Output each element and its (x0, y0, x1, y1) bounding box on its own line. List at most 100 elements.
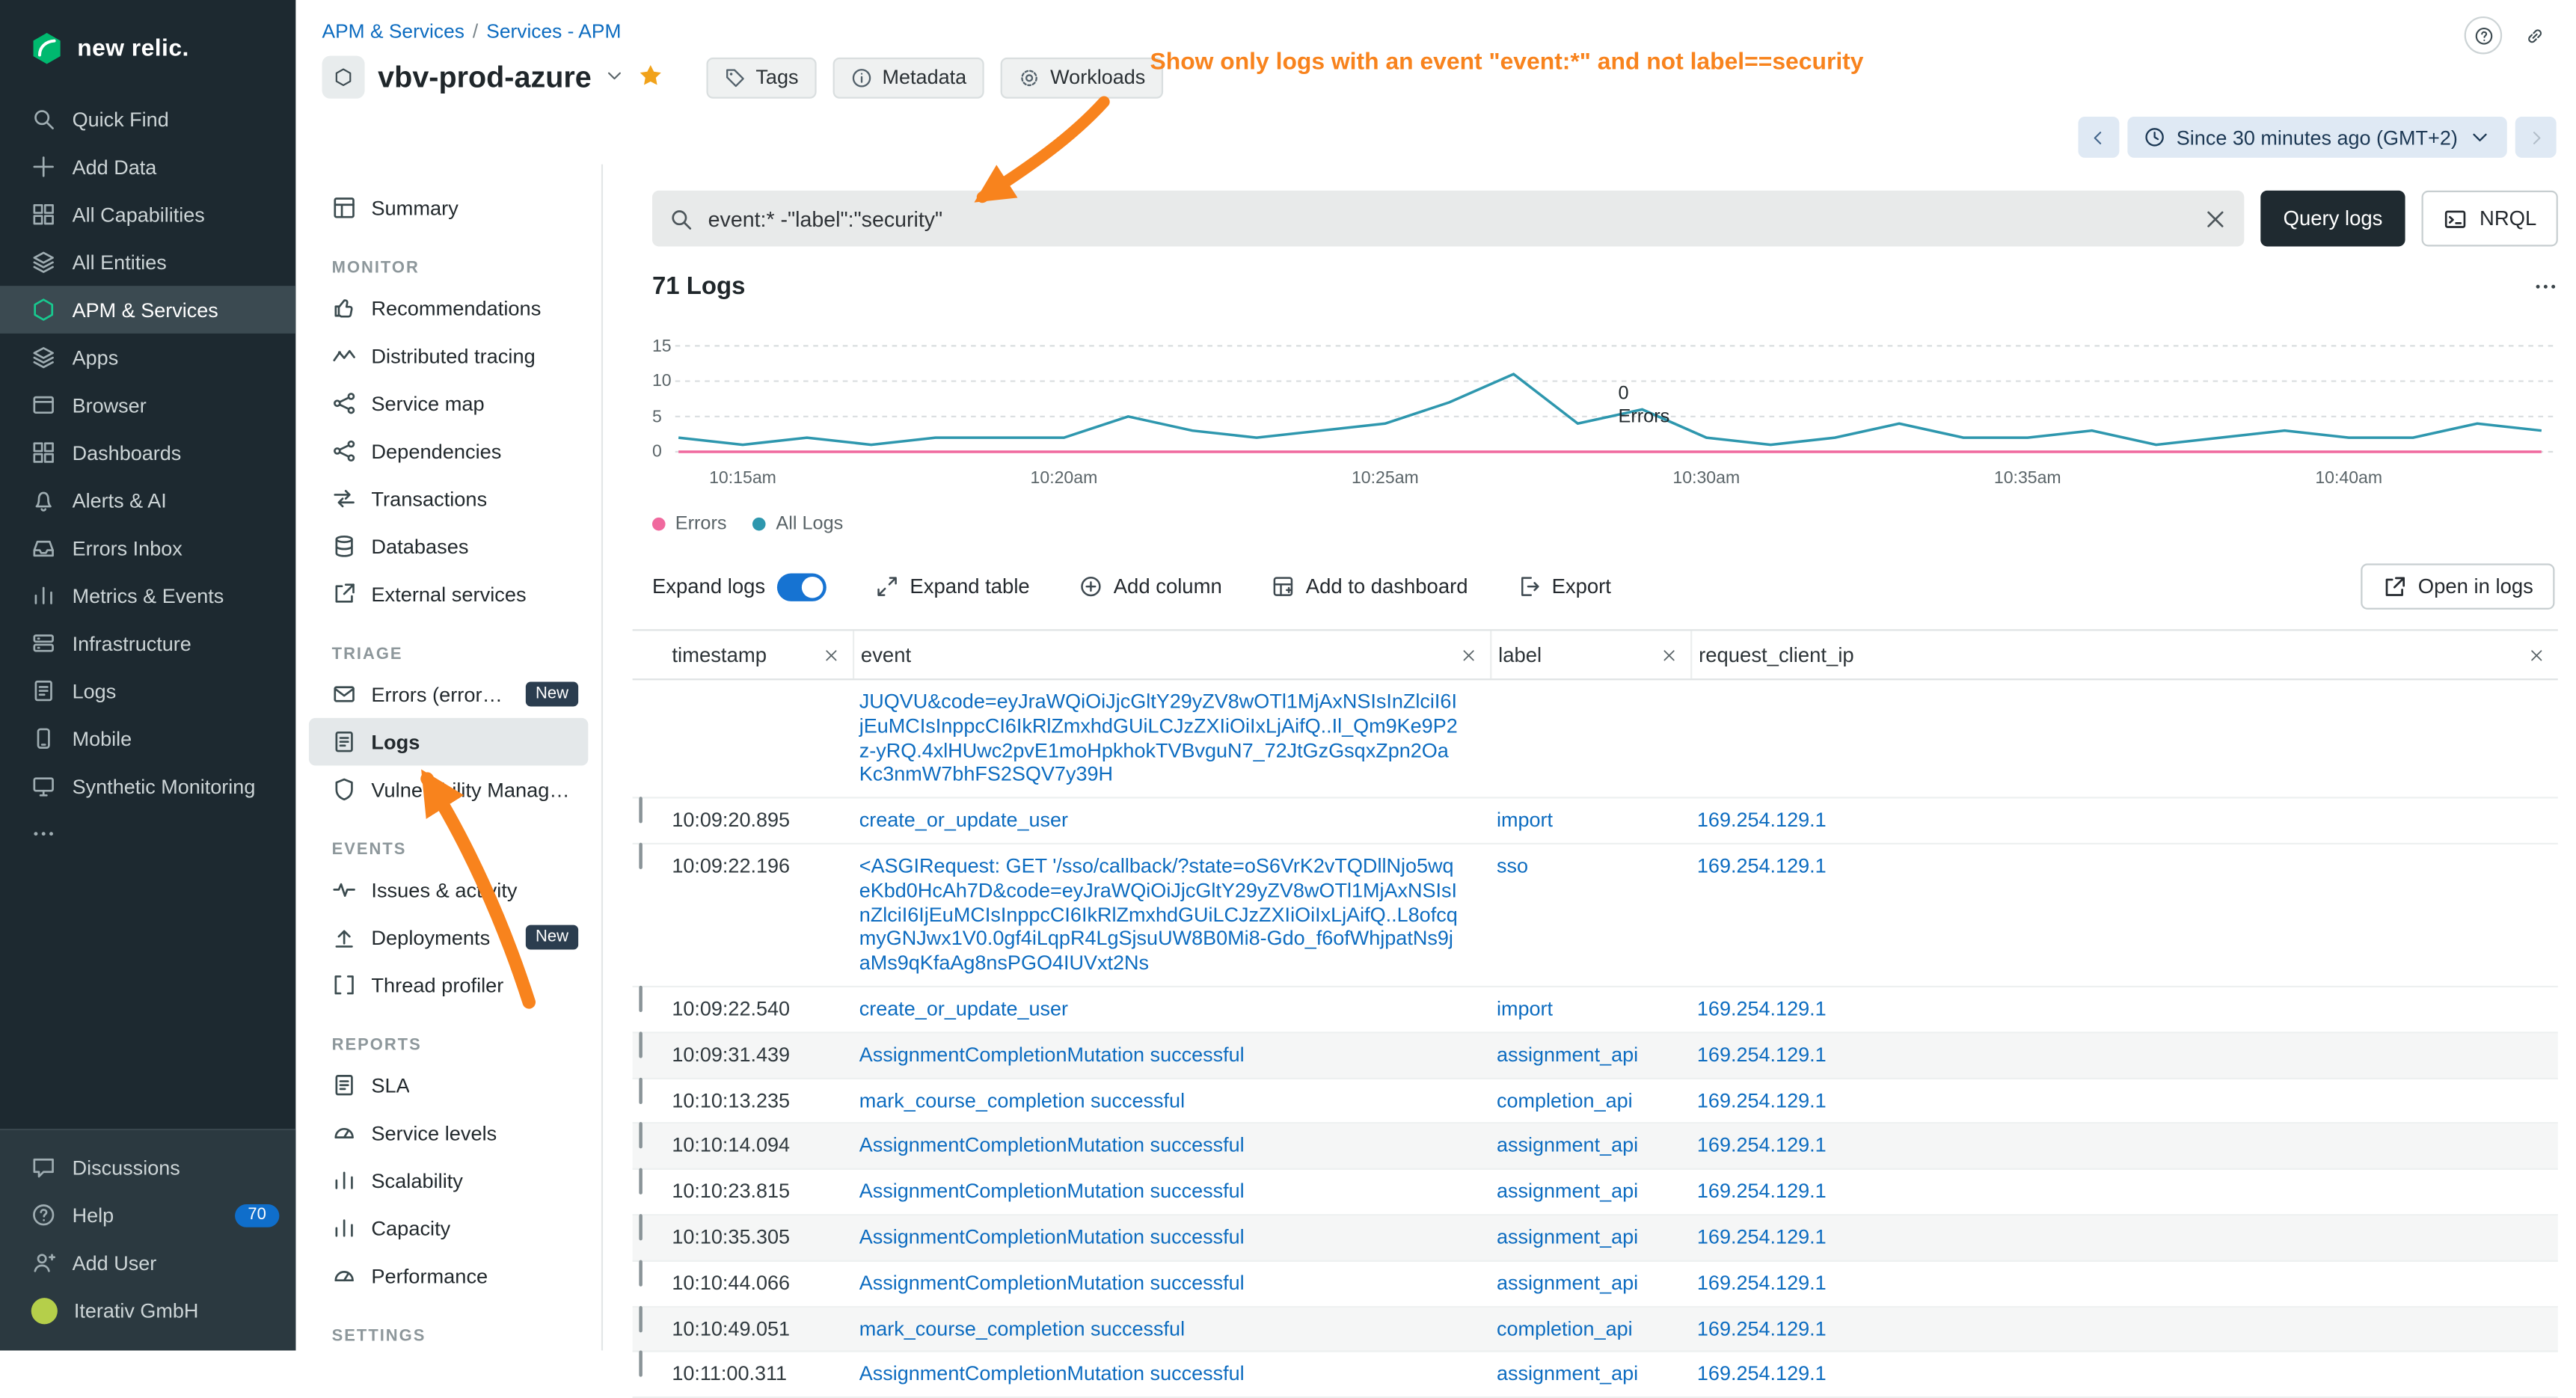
service-nav-item[interactable]: Issues & activity (309, 866, 588, 914)
remove-ip-column-button[interactable] (2528, 646, 2545, 663)
service-nav-item[interactable]: Capacity (309, 1204, 588, 1252)
global-nav-item[interactable]: Add Data (0, 143, 295, 191)
table-row[interactable]: JUQVU&code=eyJraWQiOiJjcGltY29yZV8wOTl1M… (633, 680, 2558, 799)
remove-label-column-button[interactable] (1661, 646, 1678, 663)
service-nav-item[interactable]: Distributed tracing (309, 332, 588, 380)
sidebar-item-account[interactable]: Iterativ GmbH (0, 1287, 295, 1334)
global-nav-item[interactable]: Apps (0, 334, 295, 381)
row-checkbox[interactable] (639, 1305, 642, 1331)
row-checkbox[interactable] (639, 1077, 642, 1103)
log-event-link[interactable]: create_or_update_user (859, 809, 1068, 832)
table-row[interactable]: 10:10:35.305 AssignmentCompletionMutatio… (633, 1215, 2558, 1261)
column-header-request-client-ip[interactable]: request_client_ip (1690, 631, 2558, 678)
service-nav-item[interactable]: Recommendations (309, 284, 588, 332)
log-event-link[interactable]: JUQVU&code=eyJraWQiOiJjcGltY29yZV8wOTl1M… (859, 690, 1458, 786)
log-event-link[interactable]: mark_course_completion successful (859, 1317, 1185, 1340)
global-nav-item[interactable]: Mobile (0, 714, 295, 762)
service-nav-item[interactable]: Databases (309, 522, 588, 570)
column-header-timestamp[interactable]: timestamp (666, 631, 853, 678)
log-event-link[interactable]: AssignmentCompletionMutation successful (859, 1180, 1245, 1203)
log-label-link[interactable]: assignment_api (1497, 1043, 1638, 1066)
service-nav-item[interactable]: Deployments New (309, 913, 588, 961)
copy-link-button[interactable] (2515, 16, 2554, 55)
log-ip-link[interactable]: 169.254.129.1 (1697, 854, 1827, 877)
log-ip-link[interactable]: 169.254.129.1 (1697, 1271, 1827, 1294)
service-nav-item[interactable]: Dependencies (309, 427, 588, 475)
log-label-link[interactable]: sso (1497, 854, 1528, 877)
breadcrumb-apm-services[interactable]: APM & Services (322, 19, 464, 43)
global-nav-item[interactable]: Errors Inbox (0, 524, 295, 572)
global-nav-item[interactable]: Logs (0, 667, 295, 715)
log-query-input[interactable]: event:* -"label":"security" (652, 191, 2244, 247)
add-to-dashboard-button[interactable]: Add to dashboard (1272, 575, 1468, 598)
global-nav-item[interactable]: Quick Find (0, 95, 295, 143)
table-row[interactable]: 10:10:49.051 mark_course_completion succ… (633, 1307, 2558, 1352)
log-label-link[interactable]: import (1497, 997, 1553, 1020)
log-event-link[interactable]: AssignmentCompletionMutation successful (859, 1134, 1245, 1157)
global-nav-item[interactable]: Synthetic Monitoring (0, 762, 295, 810)
service-nav-item[interactable]: Scalability (309, 1156, 588, 1204)
log-ip-link[interactable]: 169.254.129.1 (1697, 1363, 1827, 1386)
log-ip-link[interactable]: 169.254.129.1 (1697, 1225, 1827, 1248)
row-checkbox[interactable] (639, 1351, 642, 1377)
clear-query-button[interactable] (2203, 206, 2227, 231)
table-row[interactable]: 10:09:22.540 create_or_update_user impor… (633, 987, 2558, 1033)
service-nav-item[interactable]: Summary (309, 184, 588, 232)
table-row[interactable]: 10:10:13.235 mark_course_completion succ… (633, 1079, 2558, 1124)
chart-more-menu[interactable] (2533, 275, 2558, 299)
row-checkbox[interactable] (639, 986, 642, 1012)
log-ip-link[interactable]: 169.254.129.1 (1697, 1180, 1827, 1203)
row-checkbox[interactable] (639, 1031, 642, 1058)
log-event-link[interactable]: AssignmentCompletionMutation successful (859, 1363, 1245, 1386)
nrql-button[interactable]: NRQL (2422, 191, 2558, 247)
workloads-button[interactable]: Workloads (1001, 57, 1163, 98)
tags-button[interactable]: Tags (707, 57, 817, 98)
entity-switcher-chevron[interactable] (604, 65, 624, 90)
service-nav-item[interactable]: Logs (309, 718, 588, 766)
table-row[interactable]: 10:09:31.439 AssignmentCompletionMutatio… (633, 1033, 2558, 1079)
service-nav-item[interactable]: Errors (errors inb... New (309, 670, 588, 718)
log-event-link[interactable]: create_or_update_user (859, 997, 1068, 1020)
favorite-star-icon[interactable] (637, 61, 663, 93)
log-label-link[interactable]: assignment_api (1497, 1363, 1638, 1386)
row-checkbox[interactable] (639, 1260, 642, 1286)
log-ip-link[interactable]: 169.254.129.1 (1697, 809, 1827, 832)
open-in-logs-button[interactable]: Open in logs (2361, 563, 2555, 610)
global-nav-item[interactable]: Infrastructure (0, 619, 295, 667)
log-event-link[interactable]: AssignmentCompletionMutation successful (859, 1271, 1245, 1294)
export-button[interactable]: Export (1517, 575, 1611, 598)
column-header-event[interactable]: event (853, 631, 1490, 678)
log-ip-link[interactable]: 169.254.129.1 (1697, 1317, 1827, 1340)
add-column-button[interactable]: Add column (1079, 575, 1222, 598)
service-nav-item[interactable]: External services (309, 570, 588, 618)
log-ip-link[interactable]: 169.254.129.1 (1697, 1043, 1827, 1066)
sidebar-item-add-user[interactable]: Add User (0, 1239, 295, 1287)
service-nav-item[interactable]: SLA (309, 1061, 588, 1109)
row-checkbox[interactable] (639, 1123, 642, 1149)
time-back-button[interactable] (2078, 117, 2119, 158)
legend-errors[interactable]: Errors (652, 514, 727, 533)
query-logs-button[interactable]: Query logs (2260, 191, 2405, 247)
table-row[interactable]: 10:11:00.311 AssignmentCompletionMutatio… (633, 1352, 2558, 1398)
global-nav-item[interactable]: All Capabilities (0, 191, 295, 239)
row-checkbox[interactable] (639, 843, 642, 869)
log-ip-link[interactable]: 169.254.129.1 (1697, 1088, 1827, 1112)
log-label-link[interactable]: assignment_api (1497, 1225, 1638, 1248)
remove-timestamp-column-button[interactable] (823, 646, 839, 663)
log-ip-link[interactable]: 169.254.129.1 (1697, 997, 1827, 1020)
time-forward-button[interactable] (2515, 117, 2557, 158)
help-circle-button[interactable] (2465, 16, 2503, 55)
new-relic-logo[interactable]: new relic. (0, 0, 295, 73)
expand-table-button[interactable]: Expand table (875, 575, 1029, 598)
log-label-link[interactable]: import (1497, 809, 1553, 832)
table-row[interactable]: 10:10:44.066 AssignmentCompletionMutatio… (633, 1261, 2558, 1307)
log-label-link[interactable]: assignment_api (1497, 1180, 1638, 1203)
breadcrumb-services-apm[interactable]: Services - APM (486, 19, 621, 43)
log-event-link[interactable]: AssignmentCompletionMutation successful (859, 1043, 1245, 1066)
service-nav-item[interactable]: Performance (309, 1252, 588, 1300)
log-label-link[interactable]: assignment_api (1497, 1134, 1638, 1157)
service-nav-item[interactable]: Thread profiler (309, 961, 588, 1009)
column-header-label[interactable]: label (1490, 631, 1690, 678)
service-nav-item[interactable]: Service levels (309, 1109, 588, 1157)
log-label-link[interactable]: completion_api (1497, 1317, 1633, 1340)
